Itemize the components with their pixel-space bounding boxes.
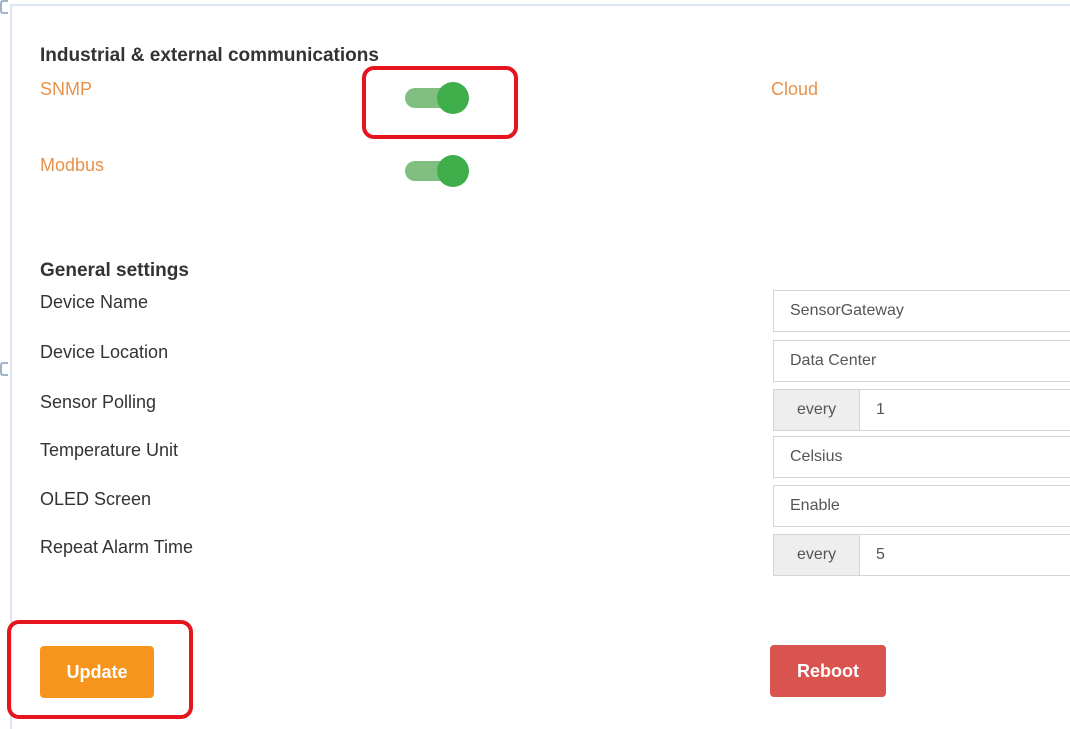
repeat-alarm-input[interactable]: every 5 (773, 534, 1070, 576)
sensor-polling-label: Sensor Polling (40, 392, 157, 412)
settings-page: Industrial & external communications SNM… (0, 0, 1070, 729)
sensor-polling-value: 1 (876, 401, 885, 418)
reboot-button[interactable]: Reboot (770, 645, 886, 697)
modbus-toggle[interactable] (403, 155, 469, 187)
oled-screen-value: Enable (790, 497, 840, 514)
oled-screen-select[interactable]: Enable (773, 485, 1070, 527)
toggle-knob (437, 155, 469, 187)
snmp-label: SNMP (40, 79, 93, 99)
highlight-box-update-button (7, 620, 193, 719)
sensor-polling-prefix: every (774, 390, 860, 430)
resize-handle-icon (0, 362, 8, 376)
sensor-polling-input[interactable]: every 1 (773, 389, 1070, 431)
resize-handle-icon (0, 0, 8, 14)
highlight-box-snmp-toggle (362, 66, 518, 139)
modbus-label: Modbus (40, 155, 105, 175)
device-location-input[interactable]: Data Center (773, 340, 1070, 382)
cloud-label: Cloud (771, 79, 819, 99)
section-title-general: General settings (40, 260, 189, 281)
device-name-input[interactable]: SensorGateway (773, 290, 1070, 332)
device-location-label: Device Location (40, 342, 169, 362)
repeat-alarm-prefix: every (774, 535, 860, 575)
section-title-industrial: Industrial & external communications (40, 45, 379, 66)
repeat-alarm-value: 5 (876, 546, 885, 563)
oled-screen-label: OLED Screen (40, 489, 152, 509)
device-name-value: SensorGateway (790, 302, 904, 319)
device-location-value: Data Center (790, 352, 877, 369)
temperature-unit-label: Temperature Unit (40, 440, 179, 460)
temperature-unit-value: Celsius (790, 448, 843, 465)
panel-border (12, 4, 1070, 6)
temperature-unit-select[interactable]: Celsius (773, 436, 1070, 478)
device-name-label: Device Name (40, 292, 149, 312)
panel-border (10, 4, 12, 729)
repeat-alarm-label: Repeat Alarm Time (40, 537, 194, 557)
